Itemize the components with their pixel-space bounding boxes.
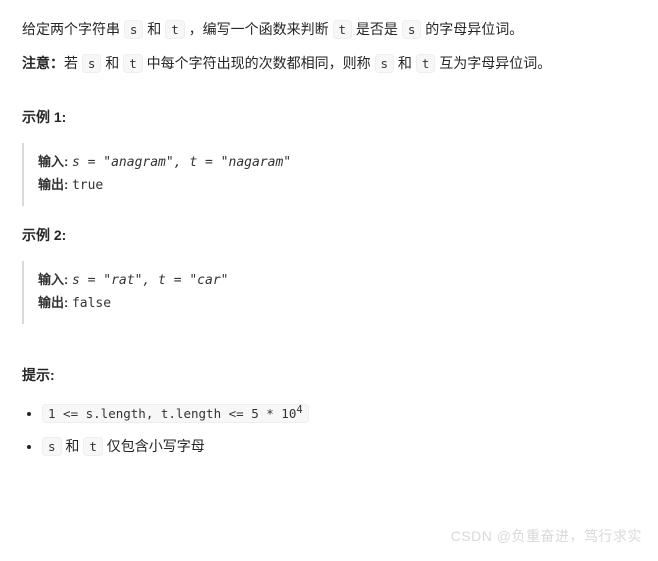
var-t: t xyxy=(83,437,103,456)
example2-output-row: 输出: false xyxy=(38,292,636,315)
var-t: t xyxy=(165,20,185,39)
input-label: 输入: xyxy=(38,154,72,169)
output-label: 输出: xyxy=(38,295,72,310)
var-s: s xyxy=(42,437,62,456)
var-t: t xyxy=(333,20,353,39)
output-value: true xyxy=(72,178,103,193)
intro-text: 给定两个字符串 xyxy=(22,21,124,37)
var-s: s xyxy=(124,20,144,39)
problem-note: 注意：若 s 和 t 中每个字符出现的次数都相同，则称 s 和 t 互为字母异位… xyxy=(22,52,636,76)
note-text: 若 xyxy=(64,55,82,71)
hint-item-2: s 和 t 仅包含小写字母 xyxy=(42,435,636,459)
intro-text: ，编写一个函数来判断 xyxy=(185,21,333,37)
hint2-mid: 和 xyxy=(62,438,84,454)
note-text: 和 xyxy=(101,55,123,71)
example2-block: 输入: s = "rat", t = "car" 输出: false xyxy=(22,261,636,323)
note-text: 中每个字符出现的次数都相同，则称 xyxy=(143,55,375,71)
example1-title: 示例 1: xyxy=(22,106,636,130)
intro-text: 和 xyxy=(143,21,165,37)
example1-input-row: 输入: s = "anagram", t = "nagaram" xyxy=(38,151,636,174)
input-label: 输入: xyxy=(38,272,72,287)
hint2-post: 仅包含小写字母 xyxy=(103,438,205,454)
note-text: 互为字母异位词。 xyxy=(435,55,551,71)
problem-intro: 给定两个字符串 s 和 t ，编写一个函数来判断 t 是否是 s 的字母异位词。 xyxy=(22,18,636,42)
hint1-code: 1 <= s.length, t.length <= 5 * 104 xyxy=(42,404,309,423)
output-label: 输出: xyxy=(38,177,72,192)
hints-title: 提示: xyxy=(22,364,636,388)
input-value: s = "anagram", t = "nagaram" xyxy=(72,155,291,170)
example2-input-row: 输入: s = "rat", t = "car" xyxy=(38,269,636,292)
hint-item-1: 1 <= s.length, t.length <= 5 * 104 xyxy=(42,401,636,425)
hint1-sup: 4 xyxy=(296,403,302,415)
var-s: s xyxy=(82,54,102,73)
intro-text: 是否是 xyxy=(352,21,402,37)
var-t: t xyxy=(123,54,143,73)
intro-text: 的字母异位词。 xyxy=(421,21,523,37)
var-s: s xyxy=(375,54,395,73)
var-t: t xyxy=(416,54,436,73)
watermark: CSDN @负重奋进，笃行求实 xyxy=(451,525,642,549)
output-value: false xyxy=(72,296,111,311)
example1-output-row: 输出: true xyxy=(38,174,636,197)
note-text: 和 xyxy=(394,55,416,71)
var-s: s xyxy=(402,20,422,39)
input-value: s = "rat", t = "car" xyxy=(72,273,229,288)
note-label: 注意： xyxy=(22,55,64,71)
hint1-text: 1 <= s.length, t.length <= 5 * 10 xyxy=(48,406,296,421)
example1-block: 输入: s = "anagram", t = "nagaram" 输出: tru… xyxy=(22,143,636,205)
hints-list: 1 <= s.length, t.length <= 5 * 104 s 和 t… xyxy=(22,401,636,459)
example2-title: 示例 2: xyxy=(22,224,636,248)
